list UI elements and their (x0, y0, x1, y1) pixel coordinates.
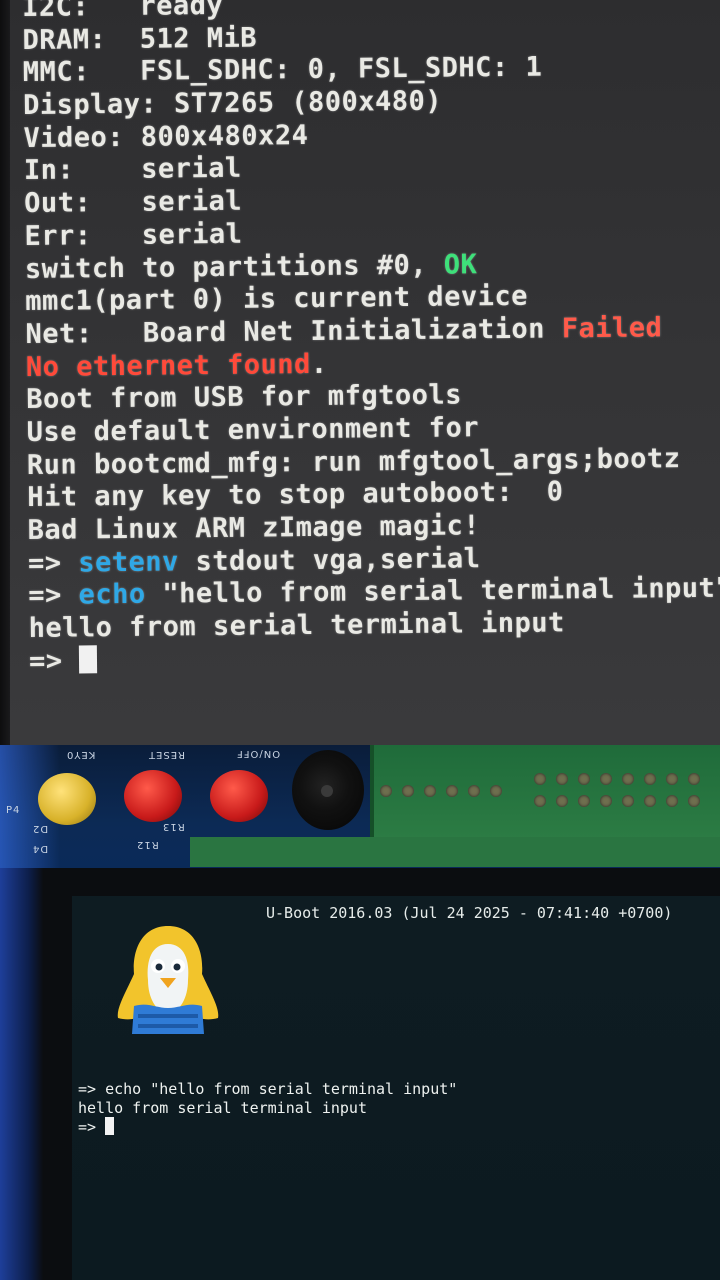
d2-silk-label: D2 (32, 823, 49, 834)
penguin-logo-icon (117, 926, 219, 1034)
lcd-screen: U-Boot 2016.03 (Jul 24 2025 - 07:41:40 +… (72, 896, 720, 1280)
buzzer-hole (321, 785, 333, 797)
serial-text: Out: serial (24, 185, 243, 220)
serial-text-cyan: echo (78, 579, 146, 611)
serial-text: Err: serial (24, 218, 243, 252)
serial-text-cyan: setenv (78, 546, 179, 579)
key0-button[interactable] (38, 773, 96, 825)
header-pin (600, 795, 612, 807)
serial-text: Boot from USB for mfgtools (26, 379, 463, 416)
serial-text: Net: Board Net Initialization (25, 313, 562, 350)
lcd-line-text: => echo "hello from serial terminal inpu… (78, 1080, 458, 1098)
serial-text: Display: ST7265 (800x480) (23, 85, 443, 122)
header-pin (490, 785, 502, 797)
serial-text: "hello from serial terminal input" (145, 572, 720, 611)
serial-terminal-screen: I2C: ready DRAM: 512 MiB MMC: FSL_SDHC: 0,… (8, 0, 720, 745)
lcd-line-text: => (78, 1118, 106, 1136)
reset-button[interactable] (124, 770, 182, 822)
header-pin (688, 773, 700, 785)
header-pin (446, 785, 458, 797)
serial-cursor[interactable] (79, 644, 98, 674)
serial-text: mmc1(part 0) is current device (25, 280, 529, 318)
lcd-line: => echo "hello from serial terminal inpu… (78, 1080, 457, 1099)
serial-text: Hit any key to stop autoboot: 0 (27, 476, 564, 514)
serial-text-failed: Failed (561, 312, 663, 345)
header-pin (402, 785, 414, 797)
lcd-line: => (78, 1117, 457, 1136)
header-pin (600, 773, 612, 785)
serial-text: => (27, 547, 79, 579)
serial-text: . (310, 348, 328, 380)
header-pin (380, 785, 392, 797)
header-pin (622, 795, 634, 807)
header-pin (622, 773, 634, 785)
header-pin (644, 795, 656, 807)
serial-text: stdout vga,serial (178, 542, 481, 578)
lcd-line-text: hello from serial terminal input (78, 1098, 367, 1117)
d4-silk-label: D4 (32, 843, 49, 854)
serial-text: Use default environment for (26, 412, 480, 448)
uboot-version-banner: U-Boot 2016.03 (Jul 24 2025 - 07:41:40 +… (266, 904, 673, 922)
r12-silk-label: R12 (136, 839, 159, 850)
header-pin (556, 773, 568, 785)
p4-silk-label: P4 (6, 805, 21, 816)
lcd-line: hello from serial terminal input (78, 1099, 457, 1118)
lcd-adapter-pcb (370, 745, 720, 840)
serial-text: => (28, 645, 80, 677)
serial-monitor: I2C: ready DRAM: 512 MiB MMC: FSL_SDHC: 0,… (0, 0, 720, 745)
reset-silk-label: RESET (148, 749, 186, 760)
monitor-bezel (0, 0, 10, 745)
header-pin (556, 795, 568, 807)
serial-text: Video: 800x480x24 (23, 119, 309, 154)
serial-text: In: serial (23, 153, 242, 187)
header-pin (424, 785, 436, 797)
header-pin (644, 773, 656, 785)
onoff-silk-label: ON/OFF (236, 748, 281, 759)
r13-silk-label: R13 (162, 821, 185, 832)
key0-silk-label: KEY0 (66, 749, 96, 760)
dev-board: KEY0 RESET ON/OFF P4 D2 D4 R12 R13 (0, 745, 720, 875)
serial-text: Run bootcmd_mfg: run mfgtool_args;bootz (26, 442, 681, 481)
serial-text: hello from serial terminal input (28, 607, 565, 645)
header-pin (534, 773, 546, 785)
serial-text-red: No ethernet found (25, 348, 311, 383)
serial-text: DRAM: 512 MiB (22, 22, 258, 56)
header-pin (688, 795, 700, 807)
header-pin (534, 795, 546, 807)
serial-text: I2C: ready (22, 0, 224, 23)
lcd-cursor[interactable] (105, 1117, 115, 1135)
header-pin (578, 795, 590, 807)
header-pin (578, 773, 590, 785)
header-pin (666, 773, 678, 785)
lcd-console-output: => echo "hello from serial terminal inpu… (78, 1080, 457, 1136)
header-pin (666, 795, 678, 807)
serial-text: MMC: FSL_SDHC: 0, FSL_SDHC: 1 (22, 51, 543, 89)
lcd-adapter-pcb-edge (190, 837, 720, 867)
serial-text: switch to partitions #0, (24, 249, 444, 285)
serial-terminal-output: I2C: ready DRAM: 512 MiB MMC: FSL_SDHC: 0,… (22, 0, 720, 678)
header-pin (468, 785, 480, 797)
serial-text-ok: OK (443, 248, 478, 281)
onoff-button[interactable] (210, 770, 268, 822)
serial-text: => (28, 579, 79, 612)
serial-text: Bad Linux ARM zImage magic! (27, 510, 481, 546)
